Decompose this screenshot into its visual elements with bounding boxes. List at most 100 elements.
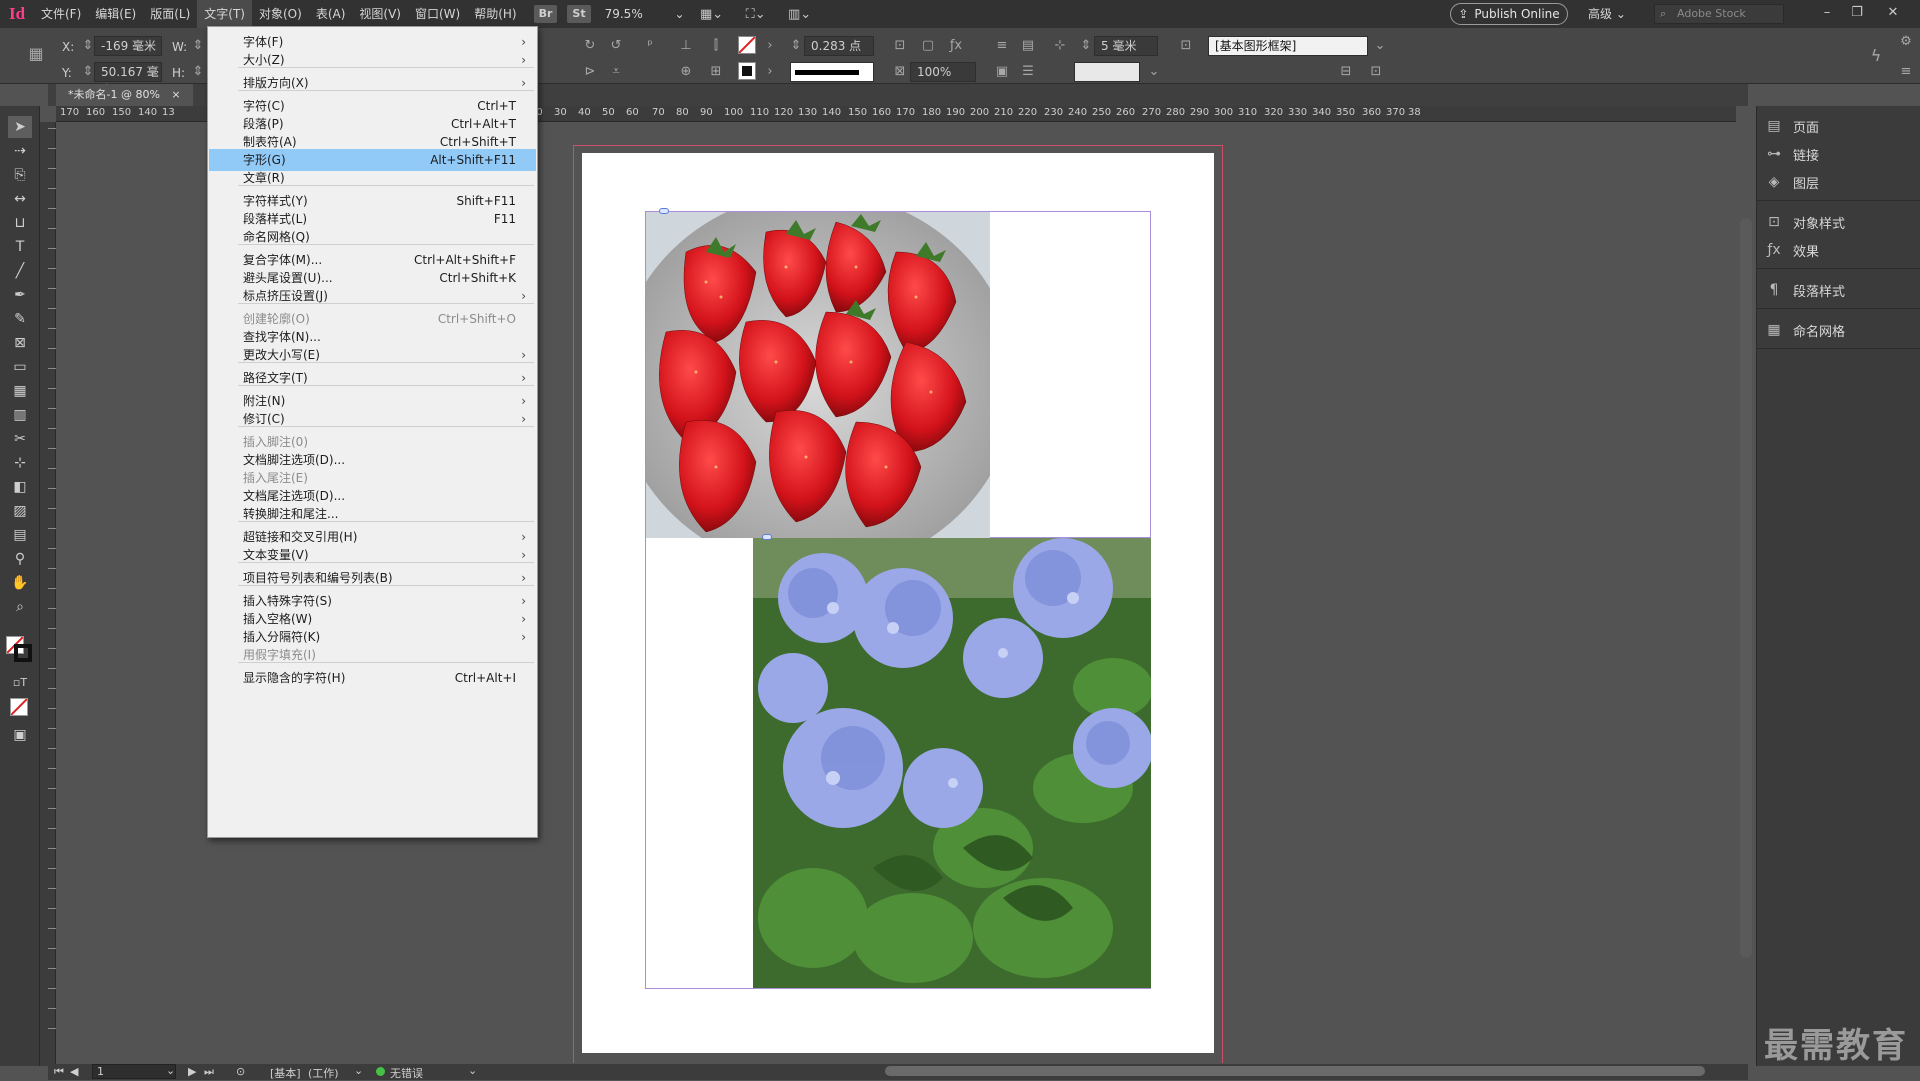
frame-fitting-icon[interactable]: ▢ bbox=[918, 36, 938, 56]
next-page-icon[interactable]: ▶ bbox=[188, 1065, 196, 1078]
menu-file[interactable]: 文件(F) bbox=[34, 0, 88, 28]
menu-item[interactable]: 显示隐含的字符(H) Ctrl+Alt+I bbox=[209, 667, 536, 689]
pencil-tool-icon[interactable]: ✎ bbox=[8, 308, 32, 330]
minimize-icon[interactable]: – bbox=[1812, 0, 1842, 28]
clear-overrides-icon[interactable]: ⊟ bbox=[1336, 62, 1356, 82]
adobe-stock-search-input[interactable]: ⌕ Adobe Stock bbox=[1654, 4, 1784, 24]
strawberry-image[interactable] bbox=[646, 212, 990, 538]
panel-pages[interactable]: ▤ 页面 bbox=[1765, 114, 1915, 138]
scissors-tool-icon[interactable]: ✂ bbox=[8, 428, 32, 450]
auto-fit-icon[interactable]: ⊹ bbox=[1050, 36, 1070, 56]
selection-tool-icon[interactable]: ➤ bbox=[8, 116, 32, 138]
stroke-color-icon[interactable] bbox=[14, 644, 32, 662]
rectangle-tool-icon[interactable]: ▭ bbox=[8, 356, 32, 378]
shear-icon[interactable]: ᵖ bbox=[640, 36, 660, 56]
text-wrap-around-icon[interactable]: ▤ bbox=[1018, 36, 1038, 56]
panel-named-grids[interactable]: ▦ 命名网格 bbox=[1765, 318, 1915, 342]
chevron-right-icon[interactable]: › bbox=[760, 36, 780, 56]
content-grabber-icon[interactable] bbox=[762, 534, 772, 540]
menu-item[interactable]: 排版方向(X) › bbox=[209, 72, 536, 94]
direct-selection-tool-icon[interactable]: ⇢ bbox=[8, 140, 32, 162]
page-number-field[interactable]: 1 bbox=[92, 1064, 176, 1079]
chevron-down-icon[interactable]: ⌄ bbox=[1370, 36, 1390, 56]
menu-view[interactable]: 视图(V) bbox=[352, 0, 408, 28]
rotate-icon[interactable]: ↻ bbox=[580, 36, 600, 56]
stepper-icon[interactable]: ⇕ bbox=[786, 36, 806, 56]
menu-item[interactable]: 文章(R) bbox=[209, 167, 536, 189]
chevron-down-icon[interactable]: ⌄ bbox=[354, 1064, 363, 1077]
menu-window[interactable]: 窗口(W) bbox=[408, 0, 467, 28]
color-swatch-select[interactable] bbox=[1074, 62, 1140, 82]
apply-none-icon[interactable] bbox=[10, 698, 28, 716]
panel-effects[interactable]: ƒx 效果 bbox=[1765, 238, 1915, 262]
flip-horizontal-icon[interactable]: ⊳ bbox=[580, 62, 600, 82]
last-page-icon[interactable]: ⏭ bbox=[204, 1065, 214, 1079]
gradient-feather-tool-icon[interactable]: ▨ bbox=[8, 500, 32, 522]
y-position-field[interactable]: 50.167 毫米 bbox=[94, 62, 162, 97]
menu-item[interactable]: 路径文字(T) › bbox=[209, 367, 536, 389]
lightning-icon[interactable]: ϟ bbox=[1866, 46, 1886, 66]
stroke-type-select[interactable] bbox=[790, 62, 874, 82]
stock-button[interactable]: St bbox=[567, 5, 591, 23]
close-icon[interactable]: ✕ bbox=[1878, 0, 1908, 28]
screen-mode-icon[interactable]: ▣ bbox=[8, 724, 32, 746]
corner-options-icon[interactable]: ⊡ bbox=[890, 36, 910, 56]
object-style-select[interactable]: [基本图形框架] bbox=[1208, 36, 1368, 56]
fill-none-swatch[interactable] bbox=[738, 36, 756, 54]
document-tab[interactable]: *未命名-1 @ 80% × bbox=[56, 84, 193, 106]
stepper-icon[interactable]: ⇕ bbox=[188, 36, 208, 56]
menu-item[interactable]: 转换脚注和尾注... bbox=[209, 503, 536, 525]
publish-online-button[interactable]: ⇪ Publish Online bbox=[1450, 3, 1568, 25]
screen-mode-icon[interactable]: ⛶⌄ bbox=[739, 3, 773, 25]
gear-icon[interactable]: ⚙ bbox=[1896, 32, 1916, 52]
panel-layers[interactable]: ◈ 图层 bbox=[1765, 170, 1915, 194]
arrange-documents-icon[interactable]: ▥⌄ bbox=[783, 3, 817, 25]
x-position-field[interactable]: -169 毫米 bbox=[94, 36, 162, 56]
gradient-swatch-tool-icon[interactable]: ◧ bbox=[8, 476, 32, 498]
vertical-scrollbar[interactable] bbox=[1740, 218, 1752, 958]
select-content-icon[interactable]: ⊞ bbox=[706, 62, 726, 82]
menu-help[interactable]: 帮助(H) bbox=[467, 0, 523, 28]
select-container-icon[interactable]: ⊕ bbox=[676, 62, 696, 82]
chevron-down-icon[interactable]: ⌄ bbox=[166, 1064, 175, 1077]
frame-grid-tool-icon[interactable]: ▥ bbox=[8, 404, 32, 426]
reference-point-icon[interactable]: ▦ bbox=[26, 44, 46, 64]
stroke-swatch[interactable] bbox=[738, 62, 756, 80]
stepper-icon[interactable]: ⇕ bbox=[1076, 36, 1096, 56]
free-transform-tool-icon[interactable]: ⊹ bbox=[8, 452, 32, 474]
formatting-container-icon[interactable]: ▫T bbox=[8, 672, 32, 694]
line-tool-icon[interactable]: ╱ bbox=[8, 260, 32, 282]
rotate-ccw-icon[interactable]: ↺ bbox=[606, 36, 626, 56]
hydrangea-image[interactable] bbox=[753, 538, 1151, 988]
menu-table[interactable]: 表(A) bbox=[309, 0, 353, 28]
menu-item[interactable]: 更改大小写(E) › bbox=[209, 344, 536, 366]
chevron-down-icon[interactable]: ⌄ bbox=[468, 1064, 477, 1077]
panel-object-styles[interactable]: ⊡ 对象样式 bbox=[1765, 210, 1915, 234]
menu-item[interactable]: 大小(Z) › bbox=[209, 49, 536, 71]
preflight-status[interactable]: 无错误 bbox=[390, 1065, 423, 1081]
spacing-field[interactable]: 5 毫米 bbox=[1094, 36, 1158, 56]
horizontal-scrollbar[interactable] bbox=[885, 1066, 1705, 1076]
close-tab-icon[interactable]: × bbox=[171, 88, 180, 101]
type-tool-icon[interactable]: T bbox=[8, 236, 32, 258]
gap-tool-icon[interactable]: ↔ bbox=[8, 188, 32, 210]
stepper-icon[interactable]: ⇕ bbox=[188, 62, 208, 82]
flip-vertical-icon[interactable]: ⩡ bbox=[606, 62, 626, 82]
bridge-button[interactable]: Br bbox=[533, 5, 558, 23]
stroke-weight-field[interactable]: 0.283 点 bbox=[804, 36, 874, 56]
distribute-icon[interactable]: ⫿ bbox=[706, 36, 726, 56]
panel-paragraph-styles[interactable]: ¶ 段落样式 bbox=[1765, 278, 1915, 302]
text-wrap-icon[interactable]: ≡ bbox=[992, 36, 1012, 56]
menu-item[interactable]: 命名网格(Q) bbox=[209, 226, 536, 248]
rectangle-frame-tool-icon[interactable]: ⊠ bbox=[8, 332, 32, 354]
zoom-tool-icon[interactable]: ⌕ bbox=[8, 596, 32, 618]
menu-item[interactable]: 修订(C) › bbox=[209, 408, 536, 430]
panel-menu-icon[interactable]: ≡ bbox=[1896, 62, 1916, 82]
grid-tool-icon[interactable]: ▦ bbox=[8, 380, 32, 402]
menu-edit[interactable]: 编辑(E) bbox=[88, 0, 143, 28]
scale-percent-field[interactable]: 100% bbox=[910, 62, 976, 82]
menu-type[interactable]: 文字(T) bbox=[197, 0, 252, 28]
pen-tool-icon[interactable]: ✒ bbox=[8, 284, 32, 306]
menu-layout[interactable]: 版面(L) bbox=[143, 0, 197, 28]
menu-item[interactable]: 文本变量(V) › bbox=[209, 544, 536, 566]
